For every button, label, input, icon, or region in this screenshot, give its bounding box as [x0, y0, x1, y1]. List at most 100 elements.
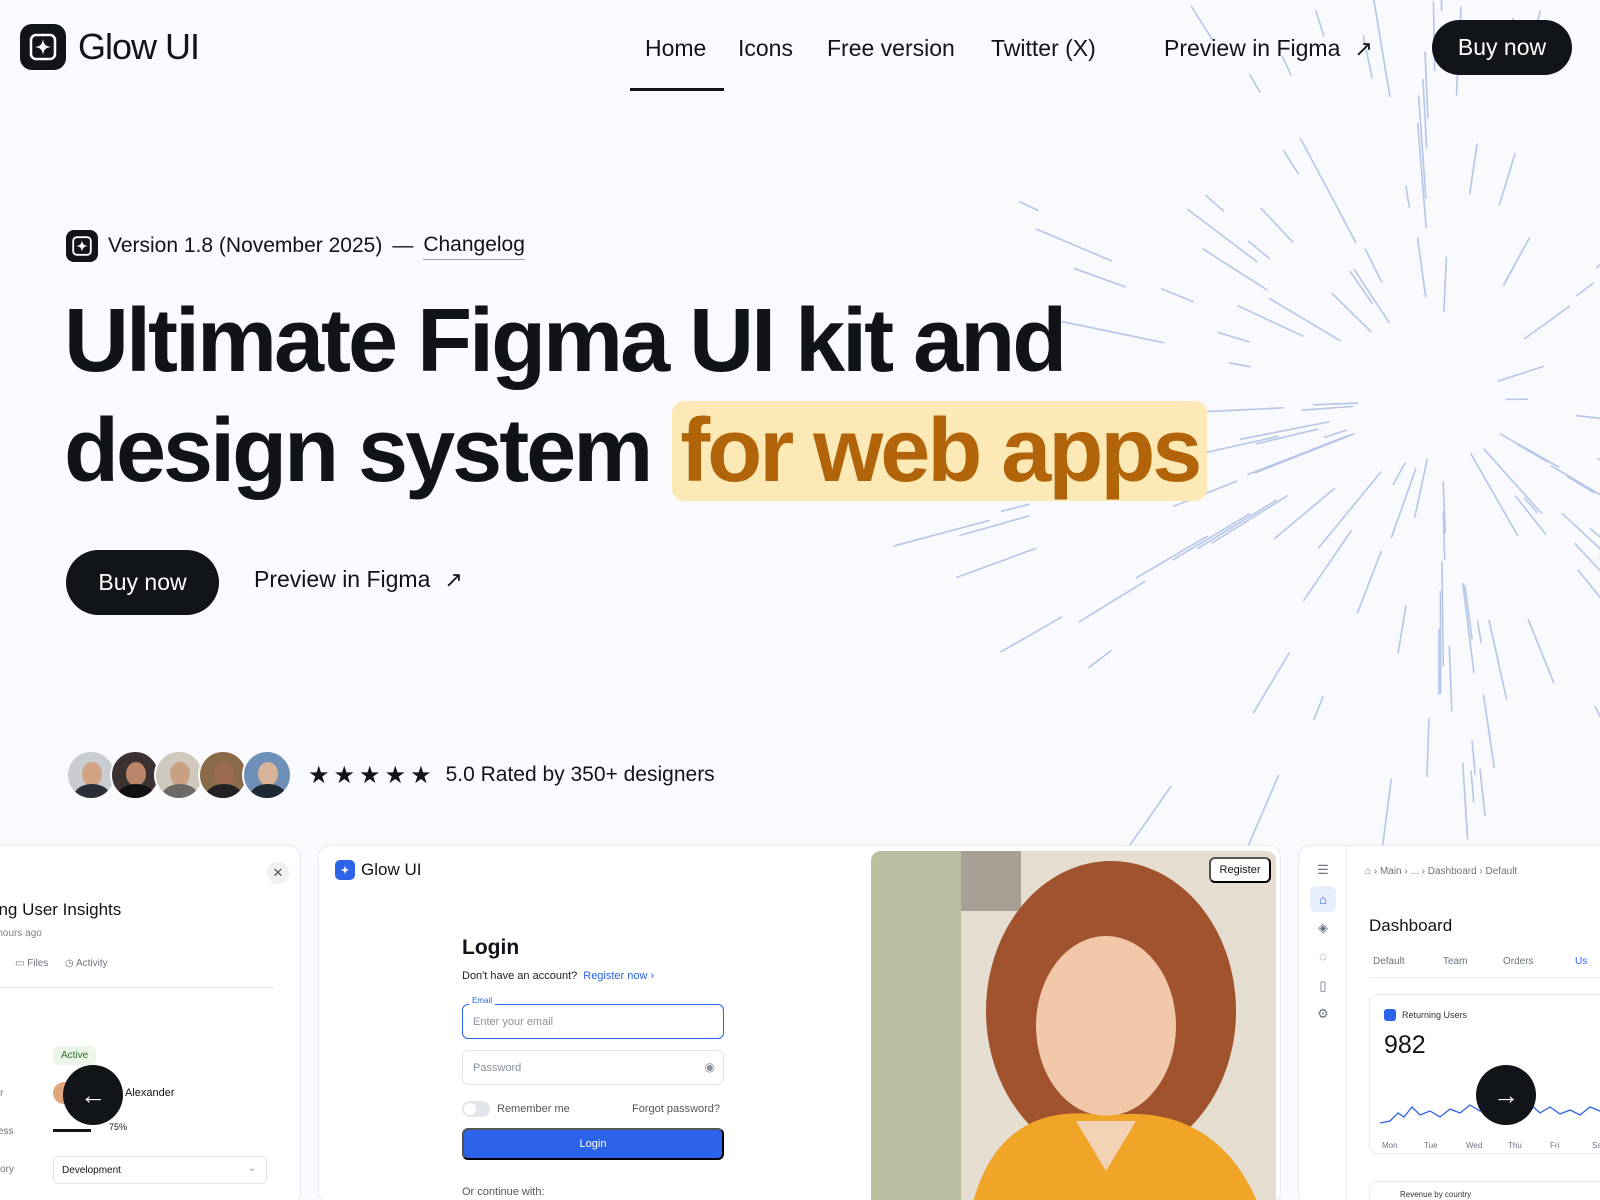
file-icon[interactable]: ▯: [1313, 976, 1333, 996]
nav-preview-figma[interactable]: Preview in Figma ↗: [1164, 28, 1373, 69]
ray-line: [1470, 770, 1475, 803]
ray-line: [1207, 406, 1284, 413]
ray-line: [1461, 762, 1469, 840]
row-label-progress: gress: [0, 1126, 14, 1137]
ray-line: [1498, 152, 1516, 206]
email-field[interactable]: Enter your email: [462, 1004, 724, 1039]
tab-users[interactable]: Us: [1575, 956, 1587, 967]
ray-line: [1312, 696, 1324, 721]
carousel-next-button[interactable]: →: [1476, 1065, 1536, 1125]
progress-bar: [53, 1129, 91, 1132]
revenue-label: Revenue by country: [1400, 1190, 1472, 1199]
no-account-text: Don't have an account?: [462, 970, 578, 982]
ray-line: [955, 547, 1037, 579]
ray-line: [1260, 207, 1294, 243]
arrow-right-icon: →: [1493, 1079, 1519, 1110]
day-label: Tue: [1424, 1141, 1438, 1150]
ray-line: [1268, 297, 1342, 342]
home-icon[interactable]: ⌂: [1310, 886, 1336, 912]
hero-preview-label: Preview in Figma: [254, 566, 431, 592]
day-label: Fri: [1550, 1141, 1560, 1150]
layers-icon[interactable]: ◈: [1313, 918, 1333, 938]
version-line: Version 1.8 (November 2025) — Changelog: [66, 230, 525, 262]
hero-buy-button[interactable]: Buy now: [66, 550, 219, 615]
hero-preview-link[interactable]: Preview in Figma ↗: [254, 566, 463, 593]
ray-line: [1299, 137, 1342, 216]
insights-tabs: ▭ Files ◷ Activity: [0, 958, 274, 988]
ray-line: [1594, 705, 1600, 718]
ray-line: [1252, 651, 1291, 714]
ray-line: [1248, 73, 1262, 94]
day-label: Wed: [1466, 1141, 1483, 1150]
password-field[interactable]: Password ◉: [462, 1050, 724, 1085]
tab-orders[interactable]: Orders: [1503, 956, 1534, 967]
chat-icon[interactable]: ◌: [1313, 946, 1333, 966]
star-icon: ★: [333, 761, 356, 789]
avatar: [242, 750, 292, 800]
tab-activity[interactable]: ◷ Activity: [65, 958, 108, 969]
ray-line: [1171, 512, 1251, 562]
ray-line: [1527, 618, 1555, 684]
sparkle-icon: [335, 860, 355, 880]
ray-line: [1497, 365, 1545, 382]
ray-line: [1469, 452, 1519, 537]
ray-line: [1018, 200, 1039, 212]
ray-line: [1426, 718, 1430, 778]
ray-line: [1323, 429, 1348, 439]
nav-free-version[interactable]: Free version: [827, 28, 955, 68]
ray-line: [1247, 240, 1271, 260]
ray-line: [1338, 211, 1357, 244]
ray-line: [1595, 263, 1600, 269]
login-button[interactable]: Login: [462, 1128, 724, 1160]
settings-icon[interactable]: ⚙: [1313, 1004, 1333, 1024]
home-icon: ⌂: [1365, 866, 1372, 877]
login-title: Login: [462, 936, 520, 959]
tab-files[interactable]: ▭ Files: [15, 958, 48, 969]
ray-line: [1330, 292, 1373, 333]
category-value: Development: [62, 1165, 121, 1176]
tab-files-label: Files: [27, 958, 49, 969]
register-button[interactable]: Register: [1209, 857, 1271, 883]
avatar: [198, 750, 248, 800]
breadcrumb: ⌂ › Main › ... › Dashboard › Default: [1365, 866, 1518, 877]
nav-preview-label: Preview in Figma: [1164, 35, 1341, 61]
brand-logo[interactable]: Glow UI: [20, 24, 200, 70]
ray-line: [1088, 649, 1112, 669]
changelog-link[interactable]: Changelog: [423, 233, 525, 260]
ray-line: [1301, 405, 1354, 411]
login-brand-name: Glow UI: [361, 860, 422, 879]
ray-line: [1217, 331, 1251, 343]
login-card: Glow UI Login Don't have an account? Regi…: [318, 845, 1281, 1200]
ray-line: [1488, 619, 1508, 700]
carousel-prev-button[interactable]: ←: [63, 1065, 123, 1125]
remember-toggle[interactable]: [462, 1101, 490, 1117]
menu-icon[interactable]: ☰: [1313, 860, 1333, 880]
nav-home[interactable]: Home: [645, 28, 706, 68]
ray-line: [1202, 247, 1268, 291]
ray-line: [1273, 487, 1336, 540]
forgot-password-link[interactable]: Forgot password?: [632, 1103, 720, 1115]
ray-line: [1373, 0, 1391, 98]
ray-line: [1129, 785, 1172, 845]
ray-line: [1078, 580, 1146, 623]
ray-line: [1390, 467, 1417, 539]
ray-line: [1073, 267, 1126, 288]
owner-name: Alexander: [125, 1087, 175, 1099]
tab-team[interactable]: Team: [1443, 956, 1467, 967]
register-link[interactable]: Register now ›: [583, 970, 654, 982]
rating-row: ★ ★ ★ ★ ★ 5.0 Rated by 350+ designers: [66, 750, 715, 800]
star-icon: ★: [359, 761, 381, 789]
tab-default[interactable]: Default: [1373, 956, 1405, 967]
star-icon: ★: [410, 761, 432, 789]
ray-line: [1471, 740, 1477, 775]
ray-line: [1255, 428, 1318, 445]
dashboard-tabs: Default Team Orders Us: [1369, 956, 1600, 978]
metric-value: 982: [1384, 1031, 1426, 1059]
category-select[interactable]: Development ⌄: [53, 1156, 267, 1184]
headline-highlight: for web apps: [672, 401, 1208, 501]
close-icon[interactable]: ✕: [267, 862, 289, 884]
nav-buy-button[interactable]: Buy now: [1432, 20, 1572, 75]
eye-icon[interactable]: ◉: [705, 1060, 715, 1074]
nav-icons[interactable]: Icons: [738, 28, 793, 68]
nav-twitter[interactable]: Twitter (X): [991, 28, 1096, 68]
